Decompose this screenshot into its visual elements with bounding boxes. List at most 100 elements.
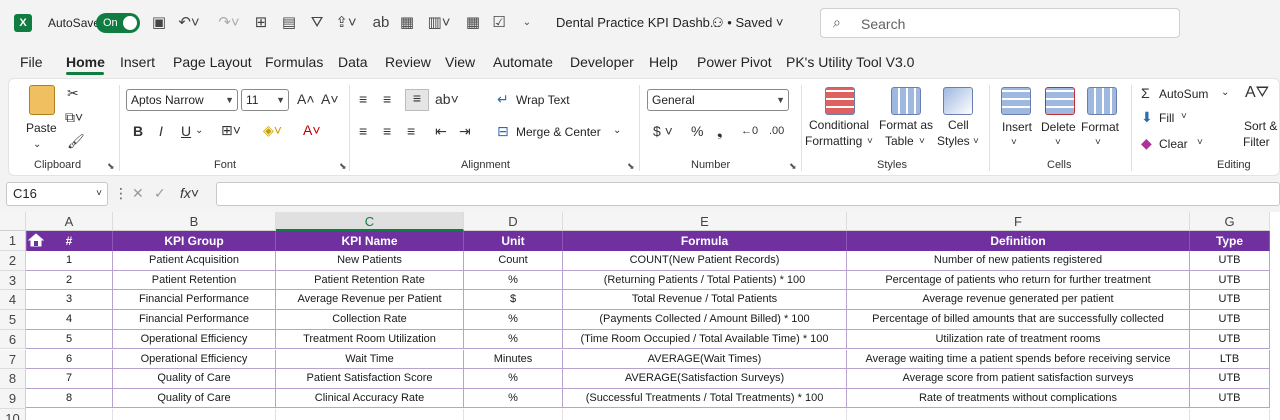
- column-header-g[interactable]: G: [1190, 212, 1270, 231]
- column-header-d[interactable]: D: [464, 212, 563, 231]
- sort-filter-line1[interactable]: Sort &: [1244, 119, 1277, 133]
- cut-icon[interactable]: ✂: [67, 85, 79, 101]
- autosum-dropdown-icon[interactable]: ⌄: [1221, 85, 1229, 101]
- header-cell[interactable]: KPI Name: [276, 231, 464, 251]
- increase-decimal-icon[interactable]: ←0: [741, 123, 758, 139]
- sort-filter-line2[interactable]: Filter: [1243, 135, 1270, 149]
- merge-dropdown-icon[interactable]: ⌄: [613, 123, 621, 139]
- customize-qat-icon[interactable]: ⌄: [520, 13, 534, 33]
- undo-icon[interactable]: ↶˅: [176, 13, 202, 33]
- align-center-icon[interactable]: ≡: [383, 123, 391, 139]
- table-cell[interactable]: Patient Retention: [113, 270, 276, 291]
- wrap-text-button[interactable]: Wrap Text: [516, 93, 570, 107]
- table-cell[interactable]: Rate of treatments without complications: [847, 388, 1190, 409]
- cell-styles-dropdown-icon[interactable]: ˅: [973, 134, 979, 150]
- sort-filter-icon[interactable]: A⛛: [1245, 85, 1269, 101]
- table-cell[interactable]: (Successful Treatments / Total Treatment…: [563, 388, 847, 409]
- conditional-formatting-icon[interactable]: [825, 87, 855, 115]
- table-cell[interactable]: Patient Acquisition: [113, 251, 276, 271]
- table-cell[interactable]: Total Revenue / Total Patients: [563, 290, 847, 310]
- clear-dropdown-icon[interactable]: ˅: [1197, 135, 1203, 151]
- header-cell[interactable]: Unit: [464, 231, 563, 251]
- table-cell[interactable]: (Time Room Occupied / Total Available Ti…: [563, 329, 847, 350]
- tab-review[interactable]: Review: [385, 54, 431, 70]
- table-cell[interactable]: Average score from patient satisfaction …: [847, 369, 1190, 389]
- table-cell[interactable]: COUNT(New Patient Records): [563, 251, 847, 271]
- table-cell[interactable]: AVERAGE(Wait Times): [563, 349, 847, 370]
- column-header-b[interactable]: B: [113, 212, 276, 231]
- comma-icon[interactable]: ❟: [717, 123, 723, 139]
- table-cell[interactable]: %: [464, 310, 563, 330]
- table-cell[interactable]: AVERAGE(Satisfaction Surveys): [563, 369, 847, 389]
- table-cell[interactable]: Financial Performance: [113, 290, 276, 310]
- table-cell[interactable]: UTB: [1190, 388, 1270, 409]
- number-launcher-icon[interactable]: ⬊: [789, 161, 797, 172]
- row-header-6[interactable]: 6: [0, 329, 26, 350]
- table-cell[interactable]: UTB: [1190, 290, 1270, 310]
- row-header-4[interactable]: 4: [0, 290, 26, 311]
- fill-color-icon[interactable]: ◈˅: [263, 122, 282, 138]
- header-cell[interactable]: Formula: [563, 231, 847, 251]
- row-header-5[interactable]: 5: [0, 310, 26, 330]
- table-cell[interactable]: Financial Performance: [113, 310, 276, 330]
- cell-styles-icon[interactable]: [943, 87, 973, 115]
- row-header-7[interactable]: 7: [0, 349, 26, 370]
- table-cell[interactable]: %: [464, 369, 563, 389]
- empty-cell[interactable]: [847, 408, 1190, 420]
- table-cell[interactable]: Patient Retention Rate: [276, 270, 464, 291]
- font-color-icon[interactable]: A˅: [303, 122, 321, 138]
- orientation-icon[interactable]: ab˅: [435, 91, 459, 107]
- table-cell[interactable]: Average waiting time a patient spends be…: [847, 349, 1190, 370]
- table-cell[interactable]: UTB: [1190, 310, 1270, 330]
- empty-cell[interactable]: [1190, 408, 1270, 420]
- table-cell[interactable]: %: [464, 270, 563, 291]
- tab-home[interactable]: Home: [66, 54, 105, 70]
- more-options-icon[interactable]: ⋮: [114, 185, 128, 202]
- format-as-table-icon[interactable]: [891, 87, 921, 115]
- table-cell[interactable]: Collection Rate: [276, 310, 464, 330]
- borders-icon[interactable]: ⊞˅: [221, 122, 241, 138]
- tab-automate[interactable]: Automate: [493, 54, 553, 70]
- tab-file[interactable]: File: [20, 54, 43, 70]
- clear-icon[interactable]: ◆: [1141, 135, 1152, 151]
- table-icon[interactable]: ▦: [398, 13, 416, 33]
- table-cell[interactable]: Wait Time: [276, 349, 464, 370]
- enter-icon[interactable]: ✓: [154, 185, 166, 202]
- table-cell[interactable]: Quality of Care: [113, 388, 276, 409]
- table-cell[interactable]: Operational Efficiency: [113, 349, 276, 370]
- table-cell[interactable]: UTB: [1190, 329, 1270, 350]
- table-cell[interactable]: Treatment Room Utilization: [276, 329, 464, 350]
- table-cell[interactable]: New Patients: [276, 251, 464, 271]
- filter-icon[interactable]: ⛛: [308, 13, 326, 33]
- row-header-1[interactable]: 1: [0, 231, 26, 251]
- column-header-a[interactable]: A: [26, 212, 113, 231]
- row-header-3[interactable]: 3: [0, 270, 26, 291]
- table-cell[interactable]: %: [464, 388, 563, 409]
- redo-icon[interactable]: ↷˅: [216, 13, 242, 33]
- header-cell[interactable]: Definition: [847, 231, 1190, 251]
- row-header-8[interactable]: 8: [0, 369, 26, 389]
- tab-data[interactable]: Data: [338, 54, 368, 70]
- number-format-select[interactable]: General ▼: [647, 89, 789, 111]
- bold-button[interactable]: B: [133, 123, 143, 139]
- font-name-select[interactable]: Aptos Narrow ▼: [126, 89, 238, 111]
- table-cell[interactable]: UTB: [1190, 251, 1270, 271]
- table-cell[interactable]: Average Revenue per Patient: [276, 290, 464, 310]
- row-header-9[interactable]: 9: [0, 388, 26, 409]
- insert-dropdown-icon[interactable]: ˅: [1011, 135, 1017, 151]
- align-right-icon[interactable]: ≡: [407, 123, 415, 139]
- table-cell[interactable]: (Payments Collected / Amount Billed) * 1…: [563, 310, 847, 330]
- currency-icon[interactable]: $ ˅: [653, 123, 673, 139]
- decrease-decimal-icon[interactable]: .00: [769, 123, 784, 139]
- column-header-e[interactable]: E: [563, 212, 847, 231]
- table-cell[interactable]: 6: [26, 349, 113, 370]
- underline-dropdown-icon[interactable]: ⌄: [195, 123, 203, 139]
- tab-insert[interactable]: Insert: [120, 54, 155, 70]
- empty-cell[interactable]: [276, 408, 464, 420]
- row-header-10[interactable]: 10: [0, 408, 26, 420]
- font-launcher-icon[interactable]: ⬊: [339, 161, 347, 172]
- save-icon[interactable]: ▣: [150, 13, 168, 33]
- cancel-icon[interactable]: ✕: [132, 185, 144, 202]
- alignment-launcher-icon[interactable]: ⬊: [627, 161, 635, 172]
- tab-formulas[interactable]: Formulas: [265, 54, 323, 70]
